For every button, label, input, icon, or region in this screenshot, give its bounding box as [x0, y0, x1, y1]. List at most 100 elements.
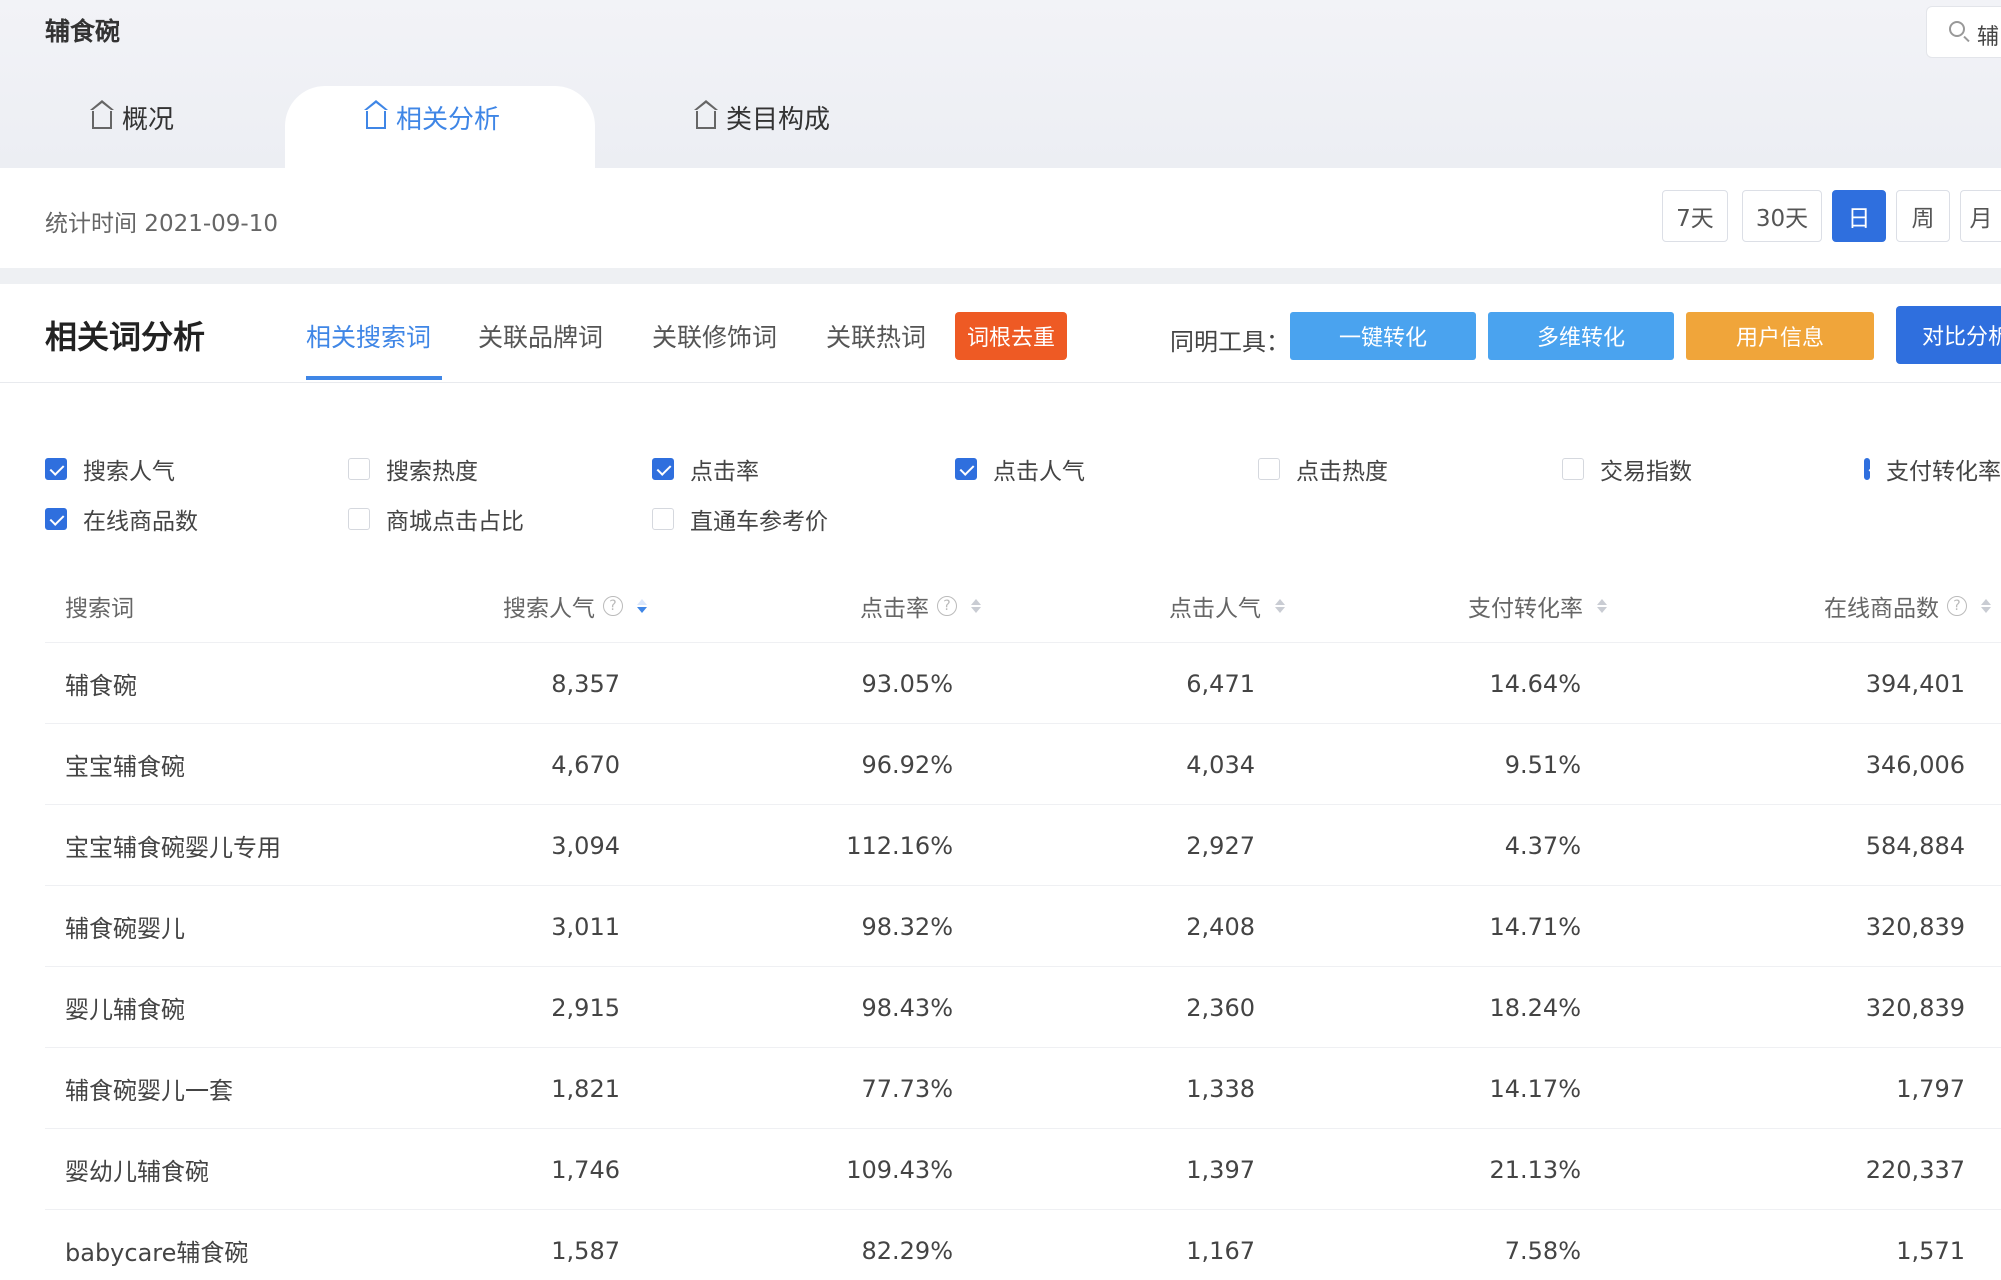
- cell-online-products: 1,797: [1896, 1074, 1965, 1103]
- compare-analysis-button[interactable]: 对比分析: [1896, 306, 2001, 364]
- cell-pay-conversion: 14.71%: [1489, 912, 1581, 941]
- column-header-click-popularity[interactable]: 点击人气: [1045, 570, 1285, 642]
- tab-label: 类目构成: [726, 104, 831, 135]
- column-header-search-popularity[interactable]: 搜索人气 ?: [425, 570, 647, 642]
- cell-pay-conversion: 7.58%: [1504, 1236, 1581, 1265]
- checkbox[interactable]: [1562, 458, 1584, 480]
- sort-icon[interactable]: [1597, 599, 1607, 613]
- cell-click-rate: 98.32%: [861, 912, 953, 941]
- checkbox[interactable]: [652, 458, 674, 480]
- cell-search-popularity: 4,670: [551, 750, 620, 779]
- cell-keyword: 辅食碗: [65, 672, 137, 700]
- checkbox[interactable]: [955, 458, 977, 480]
- metric-ztc-reference-price[interactable]: 直通车参考价: [652, 505, 828, 535]
- table-row[interactable]: 辅食碗婴儿一套 1,821 77.73% 1,338 14.17% 1,797: [45, 1047, 2001, 1128]
- section-divider: [0, 382, 2001, 383]
- column-label: 支付转化率: [1468, 596, 1583, 622]
- period-month-button[interactable]: 月: [1960, 190, 2001, 242]
- multi-dim-convert-button[interactable]: 多维转化: [1488, 312, 1674, 360]
- section-title: 相关词分析: [45, 318, 206, 356]
- metric-search-popularity[interactable]: 搜索人气: [45, 455, 175, 485]
- period-day-button[interactable]: 日: [1832, 190, 1886, 242]
- table-row[interactable]: 宝宝辅食碗婴儿专用 3,094 112.16% 2,927 4.37% 584,884: [45, 804, 2001, 885]
- metric-label: 搜索热度: [386, 459, 478, 485]
- cell-click-rate: 82.29%: [861, 1236, 953, 1265]
- checkbox[interactable]: [348, 508, 370, 530]
- tab-label: 概况: [122, 104, 175, 135]
- cell-search-popularity: 1,821: [551, 1074, 620, 1103]
- help-icon[interactable]: ?: [937, 596, 957, 616]
- cell-keyword: 辅食碗婴儿一套: [65, 1077, 233, 1105]
- period-week-button[interactable]: 周: [1896, 190, 1950, 242]
- tab-overview[interactable]: 概况: [90, 92, 175, 142]
- sort-icon[interactable]: [971, 599, 981, 613]
- table-row[interactable]: babycare辅食碗 1,587 82.29% 1,167 7.58% 1,571: [45, 1209, 2001, 1280]
- checkbox[interactable]: [45, 508, 67, 530]
- cell-online-products: 346,006: [1865, 750, 1965, 779]
- sort-icon[interactable]: [1981, 599, 1991, 613]
- metric-label: 点击率: [690, 459, 759, 485]
- cell-keyword: babycare辅食碗: [65, 1239, 249, 1267]
- column-label: 在线商品数: [1824, 596, 1939, 622]
- table-row[interactable]: 婴儿辅食碗 2,915 98.43% 2,360 18.24% 320,839: [45, 966, 2001, 1047]
- metric-label: 支付转化率: [1886, 459, 2001, 483]
- table-row[interactable]: 辅食碗 8,357 93.05% 6,471 14.64% 394,401: [45, 642, 2001, 723]
- metric-online-products[interactable]: 在线商品数: [45, 505, 198, 535]
- sort-icon[interactable]: [637, 599, 647, 613]
- help-icon[interactable]: ?: [1947, 596, 1967, 616]
- search-input[interactable]: 辅: [1926, 6, 2001, 58]
- metric-search-heat[interactable]: 搜索热度: [348, 455, 478, 485]
- cell-online-products: 394,401: [1865, 669, 1965, 698]
- period-30-days-button[interactable]: 30天: [1742, 190, 1822, 242]
- metric-mall-click-ratio[interactable]: 商城点击占比: [348, 505, 524, 535]
- cell-search-popularity: 3,094: [551, 831, 620, 860]
- subtab-related-search-words[interactable]: 相关搜索词: [306, 318, 431, 354]
- metric-label: 点击人气: [993, 459, 1085, 485]
- cell-search-popularity: 8,357: [551, 669, 620, 698]
- home-icon: [694, 100, 718, 129]
- tab-related-analysis[interactable]: 相关分析: [364, 92, 501, 142]
- table-row[interactable]: 婴幼儿辅食碗 1,746 109.43% 1,397 21.13% 220,337: [45, 1128, 2001, 1209]
- cell-online-products: 320,839: [1865, 912, 1965, 941]
- checkbox[interactable]: [45, 458, 67, 480]
- period-7-days-button[interactable]: 7天: [1662, 190, 1728, 242]
- cell-click-popularity: 2,408: [1186, 912, 1255, 941]
- help-icon[interactable]: ?: [603, 596, 623, 616]
- metric-pay-conversion[interactable]: 支付转化率: [1864, 455, 2001, 483]
- column-header-pay-conversion[interactable]: 支付转化率: [1345, 570, 1607, 642]
- table-row[interactable]: 辅食碗婴儿 3,011 98.32% 2,408 14.71% 320,839: [45, 885, 2001, 966]
- metric-click-heat[interactable]: 点击热度: [1258, 455, 1388, 485]
- metric-label: 直通车参考价: [690, 509, 828, 535]
- active-subtab-indicator: [306, 376, 442, 380]
- column-label: 搜索人气: [503, 596, 595, 622]
- cell-click-popularity: 4,034: [1186, 750, 1255, 779]
- cell-keyword: 辅食碗婴儿: [65, 915, 185, 943]
- subtab-brand-words[interactable]: 关联品牌词: [478, 318, 603, 354]
- cell-keyword: 婴幼儿辅食碗: [65, 1158, 209, 1186]
- cell-search-popularity: 2,915: [551, 993, 620, 1022]
- column-header-online-products[interactable]: 在线商品数 ?: [1665, 570, 1991, 642]
- checkbox[interactable]: [652, 508, 674, 530]
- cell-pay-conversion: 18.24%: [1489, 993, 1581, 1022]
- checkbox[interactable]: [1258, 458, 1280, 480]
- subtab-modifier-words[interactable]: 关联修饰词: [652, 318, 777, 354]
- checkbox[interactable]: [348, 458, 370, 480]
- cell-keyword: 宝宝辅食碗婴儿专用: [65, 834, 281, 862]
- metric-click-rate[interactable]: 点击率: [652, 455, 759, 485]
- one-click-convert-button[interactable]: 一键转化: [1290, 312, 1476, 360]
- metric-click-popularity[interactable]: 点击人气: [955, 455, 1085, 485]
- tab-label: 相关分析: [396, 104, 501, 135]
- checkbox[interactable]: [1864, 458, 1870, 480]
- cell-online-products: 220,337: [1865, 1155, 1965, 1184]
- subtab-hot-words[interactable]: 关联热词: [826, 318, 926, 354]
- cell-search-popularity: 1,587: [551, 1236, 620, 1265]
- metric-trade-index[interactable]: 交易指数: [1562, 455, 1692, 485]
- tab-category-composition[interactable]: 类目构成: [694, 92, 831, 142]
- column-label: 点击率: [860, 596, 929, 622]
- sort-icon[interactable]: [1275, 599, 1285, 613]
- dedup-button[interactable]: 词根去重: [955, 312, 1067, 360]
- metric-label: 交易指数: [1600, 459, 1692, 485]
- user-info-button[interactable]: 用户信息: [1686, 312, 1874, 360]
- column-header-click-rate[interactable]: 点击率 ?: [745, 570, 981, 642]
- table-row[interactable]: 宝宝辅食碗 4,670 96.92% 4,034 9.51% 346,006: [45, 723, 2001, 804]
